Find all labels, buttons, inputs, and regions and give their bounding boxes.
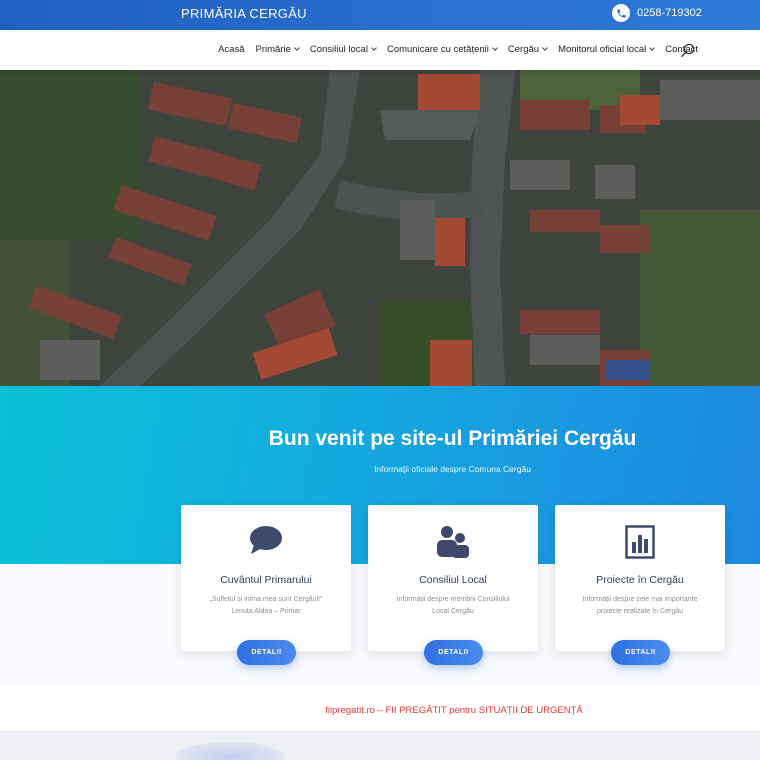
card-text: Informații despre membrii Consiliului Lo… xyxy=(396,596,510,615)
card-text: Informații despre cele mai importante pr… xyxy=(582,596,698,615)
main-navigation: Acasă Primărie Consiliul local Comunicar… xyxy=(0,30,760,70)
nav-item-primarie[interactable]: Primărie xyxy=(256,44,300,55)
phone-icon xyxy=(612,4,630,22)
site-title[interactable]: PRIMĂRIA CERGĂU xyxy=(181,6,307,21)
phone-contact[interactable]: 0258-719302 xyxy=(612,4,702,22)
card-title: Proiecte în Cergău xyxy=(596,574,684,586)
users-icon xyxy=(437,526,469,558)
emergency-link[interactable]: fiipregatit.ro – FII PREGĂTIT pentru SIT… xyxy=(0,705,760,716)
search-icon[interactable] xyxy=(681,43,695,57)
nav-item-consiliul-local[interactable]: Consiliul local xyxy=(310,44,377,55)
chevron-down-icon xyxy=(492,45,498,51)
nav-menu: Acasă Primărie Consiliul local Comunicar… xyxy=(207,44,698,55)
phone-number: 0258-719302 xyxy=(637,7,702,19)
chevron-down-icon xyxy=(371,45,377,51)
nav-item-acasa[interactable]: Acasă xyxy=(218,44,244,55)
card-local-council: Consiliul Local Informații despre membri… xyxy=(368,505,538,651)
welcome-title: Bun venit pe site-ul Primăriei Cergău xyxy=(268,427,637,450)
top-bar: PRIMĂRIA CERGĂU 0258-719302 xyxy=(0,0,760,30)
nav-item-comunicare[interactable]: Comunicare cu cetățenii xyxy=(387,44,498,55)
bar-chart-icon xyxy=(625,525,655,559)
chevron-down-icon xyxy=(294,45,300,51)
mayor-details-button[interactable]: DETALII xyxy=(237,640,296,665)
council-details-button[interactable]: DETALII xyxy=(424,640,483,665)
chevron-down-icon xyxy=(649,45,656,51)
projects-details-button[interactable]: DETALII xyxy=(611,640,670,665)
welcome-subtitle: Informații oficiale despre Comuna Cergău xyxy=(374,464,531,474)
card-mayor-message: Cuvântul Primarului „Sufletul și inima m… xyxy=(181,505,351,651)
card-title: Cuvântul Primarului xyxy=(220,574,312,586)
card-projects: Proiecte în Cergău Informații despre cel… xyxy=(555,505,725,651)
bottom-strip xyxy=(0,730,760,760)
nav-item-monitorul-oficial[interactable]: Monitorul oficial local xyxy=(558,44,656,55)
nav-item-cergau[interactable]: Cergău xyxy=(508,44,548,55)
chevron-down-icon xyxy=(542,45,548,51)
card-text: „Sufletul și inima mea sunt Cergăul!” Le… xyxy=(209,596,323,615)
card-title: Consiliul Local xyxy=(419,574,487,586)
hero-aerial-image xyxy=(0,70,760,386)
speech-bubble-icon xyxy=(250,526,282,554)
